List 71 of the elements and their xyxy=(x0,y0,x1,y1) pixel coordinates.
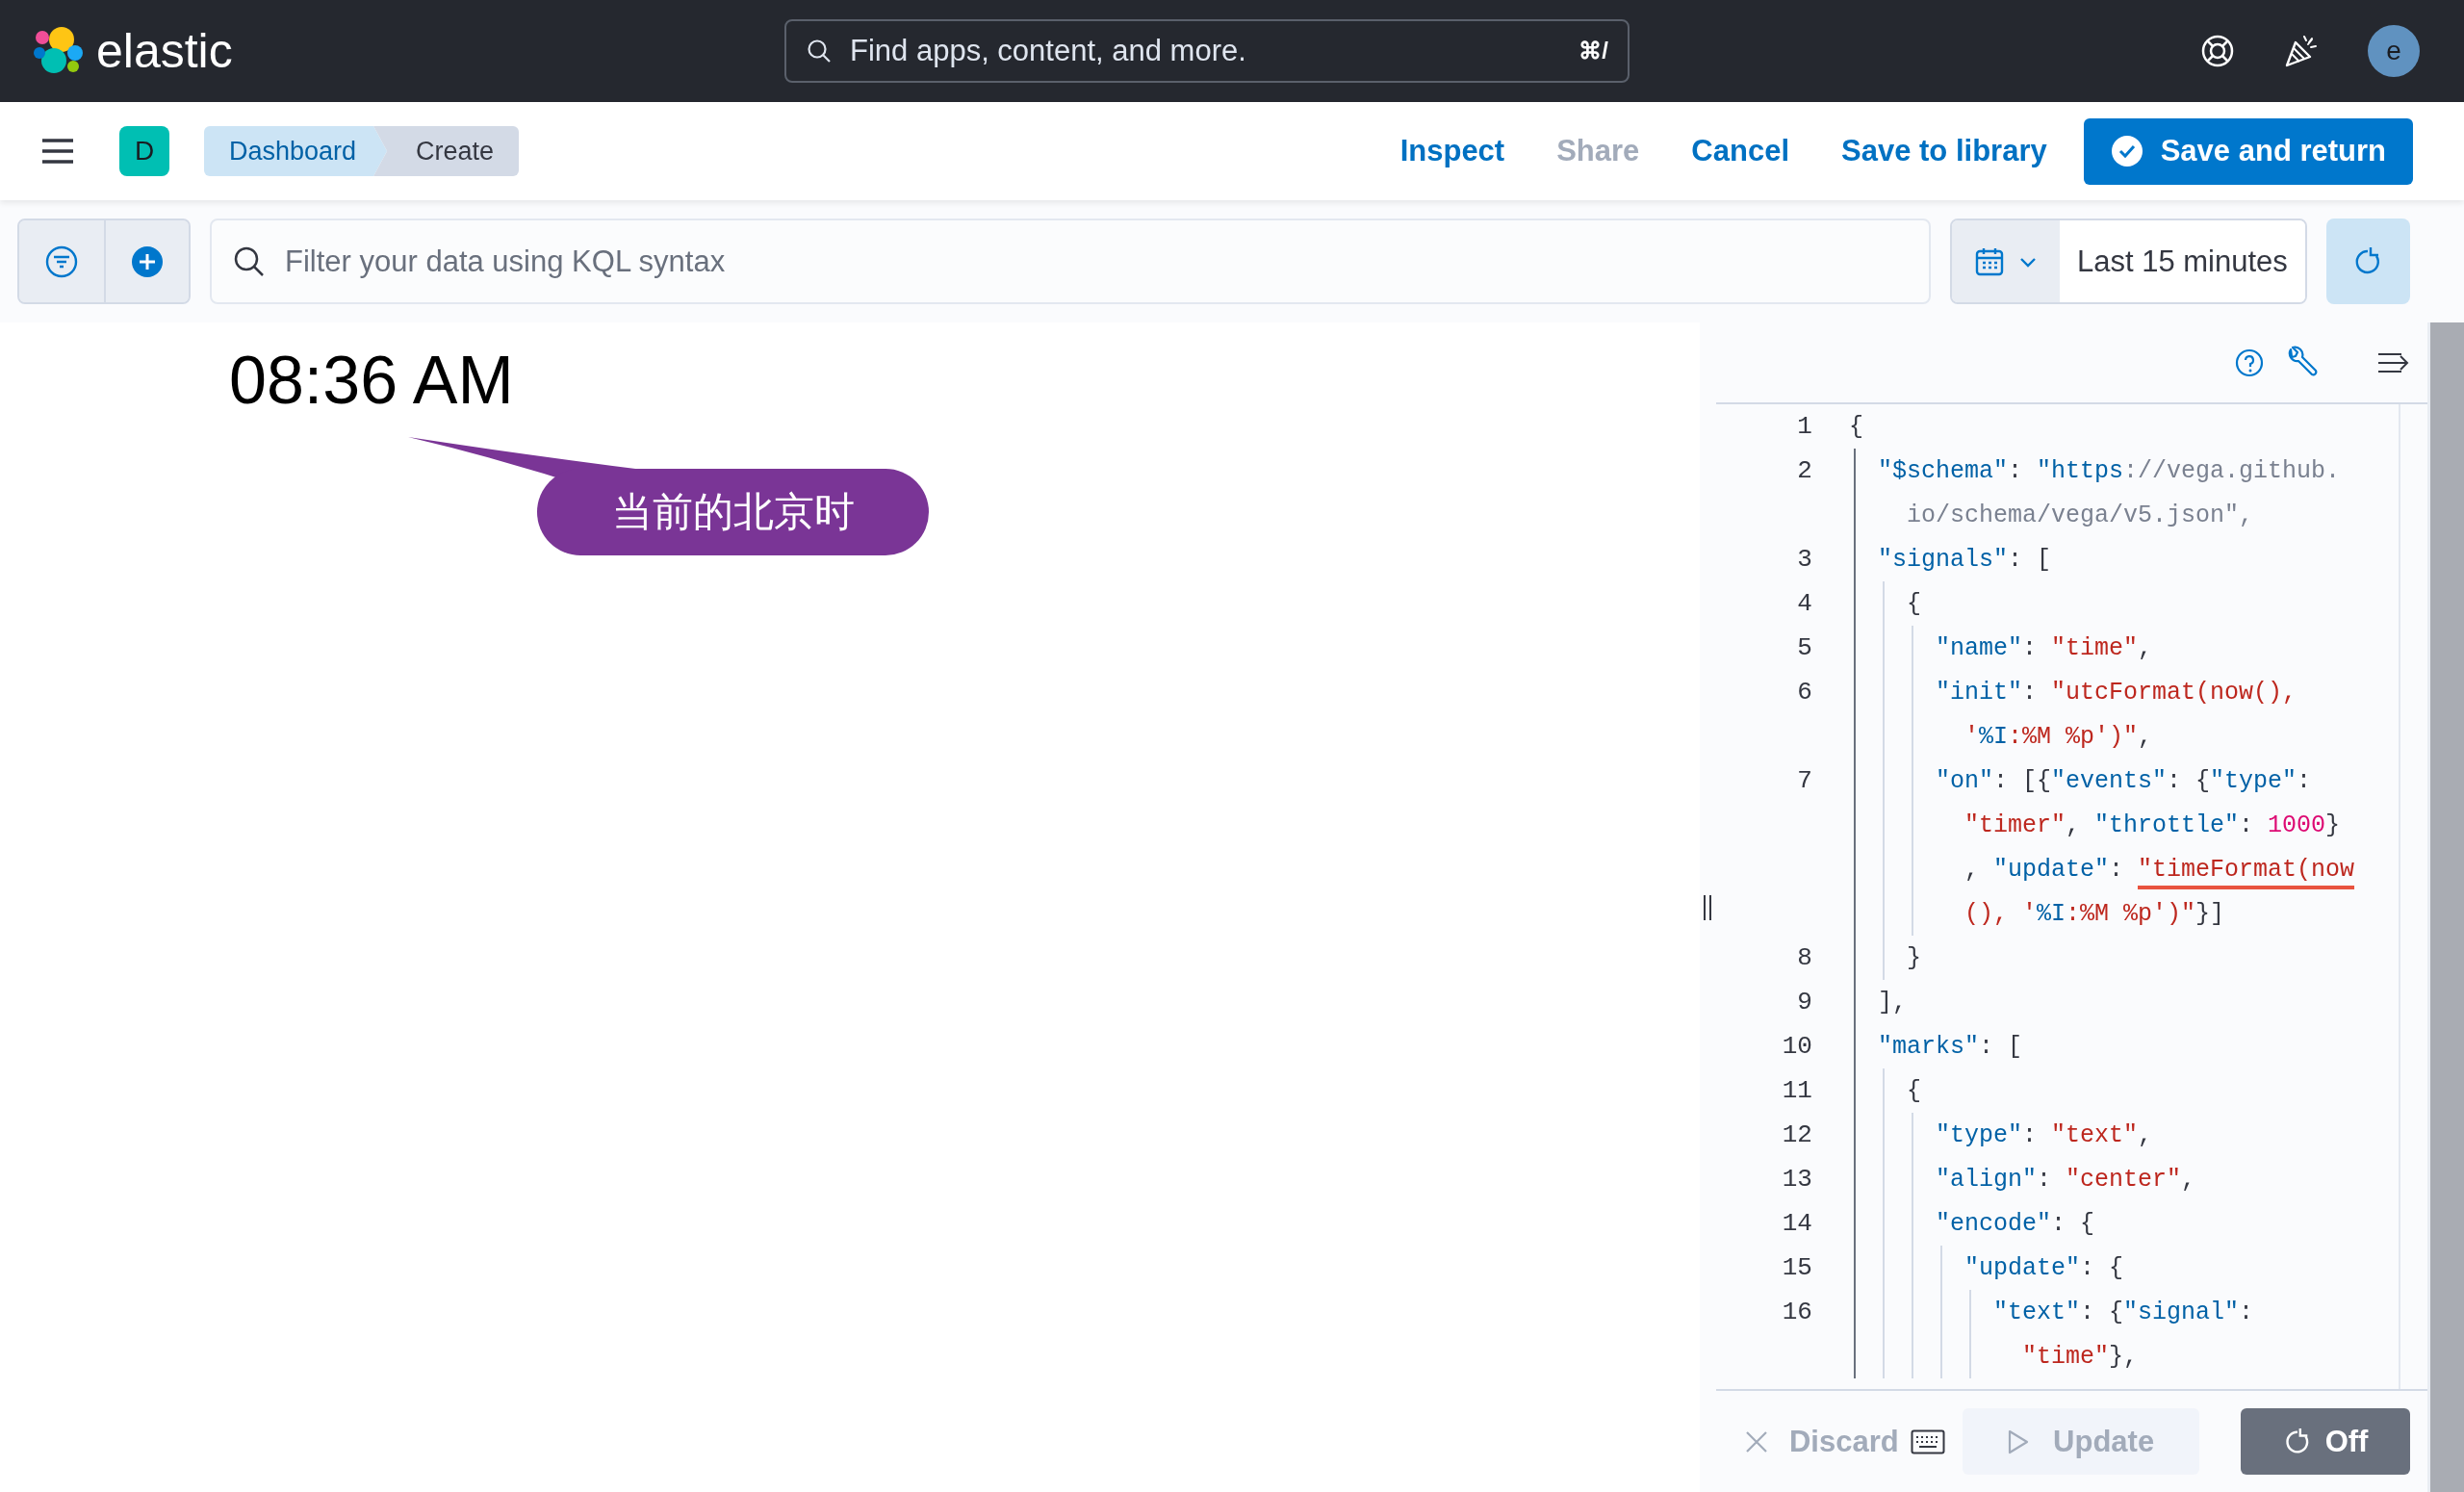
line-number: 14 xyxy=(1782,1209,1812,1238)
refresh-button[interactable] xyxy=(2325,219,2410,304)
code-line: } xyxy=(1905,943,1921,972)
code-line: "align": "center", xyxy=(1934,1165,2195,1194)
auto-apply-toggle-button[interactable]: Off xyxy=(2241,1408,2411,1475)
calendar-icon xyxy=(1974,245,2005,277)
line-number: 9 xyxy=(1797,988,1812,1016)
time-range-button[interactable]: Last 15 minutes xyxy=(2060,220,2305,302)
keyboard-shortcut: ⌘/ xyxy=(1578,38,1608,64)
code-line: { xyxy=(1905,1076,1921,1105)
play-icon xyxy=(2007,1428,2031,1455)
code-line: , "update": "timeFormat(now xyxy=(1963,855,2355,884)
check-circle-icon xyxy=(2110,135,2143,167)
code-line: '%I:%M %p')", xyxy=(1963,722,2152,751)
logo-text[interactable]: elastic xyxy=(96,23,233,79)
line-number: 15 xyxy=(1782,1253,1812,1282)
line-number: 1 xyxy=(1797,412,1812,441)
code-line: "update": { xyxy=(1963,1253,2123,1282)
query-placeholder: Filter your data using KQL syntax xyxy=(285,244,726,279)
code-line: { xyxy=(1905,589,1921,618)
quick-select-button[interactable] xyxy=(1952,220,2060,302)
code-line: "type": "text", xyxy=(1934,1120,2152,1149)
space-badge[interactable]: D xyxy=(119,126,169,176)
line-number: 6 xyxy=(1797,678,1812,707)
clock-text: 08:36 AM xyxy=(229,342,514,420)
line-number: 10 xyxy=(1782,1032,1812,1061)
code-line: (), '%I:%M %p')"}] xyxy=(1963,899,2224,928)
query-input-field[interactable]: Filter your data using KQL syntax xyxy=(210,219,1931,304)
line-number: 5 xyxy=(1797,633,1812,662)
line-number: 11 xyxy=(1782,1076,1812,1105)
menu-icon[interactable] xyxy=(40,138,75,165)
header-link-button[interactable]: Cancel xyxy=(1672,124,1810,178)
code-line: "time"}, xyxy=(2020,1342,2138,1371)
user-avatar[interactable]: e xyxy=(2368,25,2420,77)
line-number: 7 xyxy=(1797,766,1812,795)
code-line: "text": {"signal": xyxy=(1991,1298,2253,1326)
breadcrumb-current[interactable]: Create xyxy=(373,126,520,176)
code-line: ], xyxy=(1876,988,1907,1016)
search-icon xyxy=(806,38,833,64)
code-line: "init": "utcFormat(now(), xyxy=(1934,678,2297,707)
code-line: "marks": [ xyxy=(1876,1032,2022,1061)
code-line: "$schema": "https://vega.github. xyxy=(1876,456,2340,485)
plus-circle-icon xyxy=(131,244,164,278)
breadcrumb-link[interactable]: Dashboard xyxy=(204,126,388,176)
line-number: 2 xyxy=(1797,456,1812,485)
header-link-button[interactable]: Save to library xyxy=(1822,124,2066,178)
code-line: "signals": [ xyxy=(1876,545,2051,574)
resize-handle[interactable] xyxy=(1702,893,1714,921)
code-line: io/schema/vega/v5.json", xyxy=(1905,501,2253,529)
search-icon xyxy=(233,244,266,278)
filter-icon xyxy=(44,244,79,279)
keyboard-icon[interactable] xyxy=(1910,1428,1945,1454)
line-number: 3 xyxy=(1797,545,1812,574)
code-line: "timer", "throttle": 1000} xyxy=(1963,810,2341,839)
line-number: 4 xyxy=(1797,589,1812,618)
search-placeholder: Find apps, content, and more. xyxy=(850,34,1247,68)
global-search-field[interactable]: Find apps, content, and more. ⌘/ xyxy=(784,19,1630,83)
collapse-panel-icon[interactable] xyxy=(2377,350,2411,374)
party-popper-icon[interactable] xyxy=(2283,33,2320,69)
code-line: { xyxy=(1848,412,1863,441)
add-filter-button[interactable] xyxy=(104,220,189,302)
close-icon xyxy=(1744,1429,1768,1453)
line-number: 12 xyxy=(1782,1120,1812,1149)
code-line: "on": [{"events": {"type": xyxy=(1934,766,2312,795)
line-number: 8 xyxy=(1797,943,1812,972)
code-line: "name": "time", xyxy=(1934,633,2152,662)
code-line: "encode": { xyxy=(1934,1209,2094,1238)
save-and-return-button[interactable]: Save and return xyxy=(2083,117,2413,185)
line-number: 13 xyxy=(1782,1165,1812,1194)
line-number: 16 xyxy=(1782,1298,1812,1326)
header-link-button[interactable]: Inspect xyxy=(1380,124,1525,178)
